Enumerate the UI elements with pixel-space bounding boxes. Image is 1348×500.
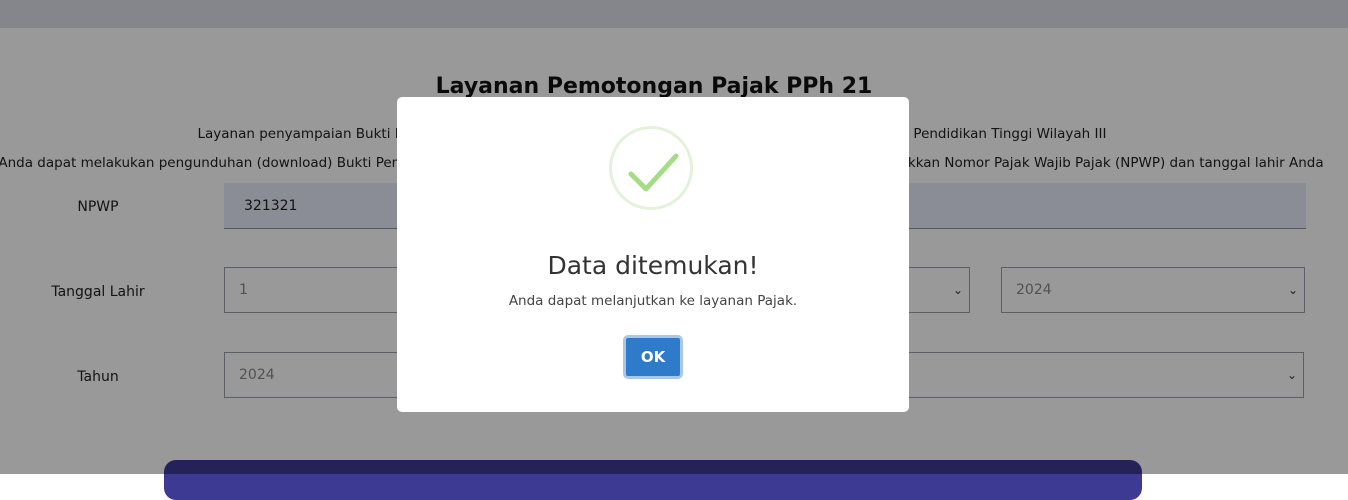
checkmark-icon: [609, 126, 693, 210]
dialog-title: Data ditemukan!: [547, 251, 759, 280]
ok-button[interactable]: OK: [623, 335, 683, 379]
checkmark-glyph: [628, 153, 679, 192]
alert-dialog: Data ditemukan! Anda dapat melanjutkan k…: [397, 97, 909, 412]
dialog-message: Anda dapat melanjutkan ke layanan Pajak.: [508, 293, 798, 309]
